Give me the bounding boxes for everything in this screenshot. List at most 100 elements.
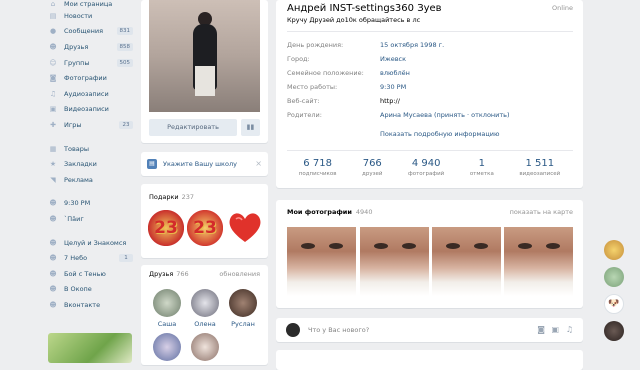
counter-videos[interactable]: 1 511 видеозаписей [519, 158, 560, 182]
counter-friends[interactable]: 766 друзей [362, 158, 382, 182]
sidebar-item-messages[interactable]: ● Сообщения 831 [44, 24, 134, 40]
counter-value: 4 940 [411, 158, 441, 169]
sidebar-item-games[interactable]: ✚ Игры 23 [44, 117, 134, 133]
thumb-detail [301, 243, 315, 249]
friend-name: Саша [157, 320, 177, 328]
sidebar-divider [44, 227, 134, 235]
school-icon: ▤ [147, 159, 157, 169]
sidebar-item-photos[interactable]: ◙ Фотографии [44, 70, 134, 86]
edit-profile-button[interactable]: Редактировать [149, 119, 237, 136]
gift-label: 23 [193, 218, 217, 238]
star-icon: ★ [49, 160, 57, 169]
group-icon: ☻ [49, 254, 57, 263]
heart-gift-icon[interactable] [227, 210, 263, 244]
counter-label: видеозаписей [519, 171, 561, 177]
school-prompt-link[interactable]: Укажите Вашу школу [163, 160, 237, 168]
sidebar-item-audio[interactable]: ♫ Аудиозаписи [44, 86, 134, 102]
close-icon[interactable]: × [255, 159, 262, 168]
music-icon[interactable]: ♫ [566, 325, 573, 334]
photos-header[interactable]: Мои фотографии 4940 [287, 208, 372, 216]
sidebar-item-groups[interactable]: ☺ Группы 505 [44, 55, 134, 71]
friend-item[interactable]: Саша [153, 289, 181, 328]
stats-button[interactable]: ▮▮ [241, 119, 260, 136]
birthday-link[interactable]: 15 октября 1998 г. [380, 41, 444, 50]
friend-item[interactable] [153, 333, 181, 361]
group-icon: ☻ [49, 300, 57, 309]
gift-label: 23 [154, 218, 178, 238]
info-label: День рождения: [287, 41, 344, 49]
photo-thumbnail[interactable] [504, 227, 573, 296]
photos-title: Мои фотографии [287, 208, 352, 216]
gifts-header[interactable]: Подарки 237 [149, 193, 194, 201]
counter-label: фотографий [408, 171, 445, 177]
camera-icon: ◙ [49, 74, 57, 83]
chat-avatar[interactable] [604, 321, 624, 341]
groups-icon: ☺ [49, 58, 57, 67]
group-icon: ☻ [49, 285, 57, 294]
counter-photos[interactable]: 4 940 фотографий [408, 158, 444, 182]
chat-avatar[interactable] [604, 240, 624, 260]
profile-counters: 6 718 подписчиков 766 друзей 4 940 фотограф… [276, 158, 583, 182]
friend-item[interactable]: Руслан [229, 289, 257, 328]
sidebar-item-group[interactable]: ☻ Целуй и Знакомся [44, 235, 134, 251]
video-icon[interactable]: ▣ [551, 325, 559, 334]
sidebar-item-my-page[interactable]: ⌂ Мои страница [44, 0, 134, 8]
info-label: Место работы: [287, 83, 338, 91]
marital-link[interactable]: влюблён [380, 69, 410, 78]
group-icon: ☻ [49, 199, 57, 208]
dog-icon: 🐶 [608, 299, 620, 309]
new-post-input[interactable]: Что у Вас нового? [308, 326, 369, 334]
photo-thumbnail[interactable] [432, 227, 501, 296]
sidebar-item-group[interactable]: ☻ 7 Небо 1 [44, 250, 134, 266]
friend-item[interactable]: Олена [191, 289, 219, 328]
gift-item[interactable]: 23 [187, 210, 223, 246]
stats-icon: ▮▮ [246, 123, 255, 131]
sidebar-item-video[interactable]: ▣ Видеозаписи [44, 102, 134, 118]
chat-avatar[interactable] [604, 267, 624, 287]
profile-status[interactable]: Кручу Друзей до10к обращайтесь в лс [287, 16, 420, 24]
avatar [286, 323, 300, 337]
show-details-link[interactable]: Показать подробную информацию [380, 130, 500, 138]
counter-label: отметка [469, 171, 494, 177]
work-link[interactable]: 9:30 PM [380, 83, 406, 92]
profile-photo-card: Редактировать ▮▮ [141, 0, 268, 143]
website-link[interactable]: http:// [380, 97, 400, 106]
sidebar-item-bookmarks[interactable]: ★ Закладки [44, 156, 134, 172]
friends-updates-link[interactable]: обновления [219, 270, 260, 278]
avatar [229, 289, 257, 317]
friends-header[interactable]: Друзья 766 [149, 270, 189, 278]
photo-thumbnail[interactable] [360, 227, 429, 296]
sidebar-divider [44, 133, 134, 141]
thumb-detail [546, 243, 560, 249]
parents-link[interactable]: Арина Мусаева (принять · отклонить) [380, 111, 510, 120]
gift-item[interactable]: 23 [148, 210, 184, 246]
sidebar-item-news[interactable]: ▤ Новости [44, 8, 134, 24]
chat-avatar[interactable]: 🐶 [604, 294, 624, 314]
sidebar-item-group[interactable]: ☻ В Окопе [44, 282, 134, 298]
sidebar-item-group[interactable]: ☻ 9:30 PM [44, 196, 134, 212]
city-link[interactable]: Ижевск [380, 55, 406, 64]
counter-tags[interactable]: 1 отметка [470, 158, 494, 182]
sidebar-ad-image[interactable] [48, 333, 132, 363]
avatar [191, 333, 219, 361]
group-icon: ☻ [49, 238, 57, 247]
friend-item[interactable] [191, 333, 219, 361]
thumb-detail [474, 243, 488, 249]
thumb-detail [518, 243, 532, 249]
show-on-map-link[interactable]: показать на карте [510, 208, 573, 216]
sidebar-item-ads[interactable]: ◥ Реклама [44, 172, 134, 188]
sidebar-item-group[interactable]: ☻ Бой с Тенью [44, 266, 134, 282]
wall-card [276, 350, 583, 370]
profile-avatar[interactable] [149, 0, 260, 112]
camera-icon[interactable]: ◙ [537, 325, 545, 334]
counter-value: 1 [478, 158, 485, 169]
avatar-legs [195, 66, 215, 96]
sidebar-divider [44, 188, 134, 196]
photo-thumbnail[interactable] [287, 227, 356, 296]
sidebar-item-friends[interactable]: ☻ Друзья 858 [44, 39, 134, 55]
megaphone-icon: ◥ [50, 175, 56, 184]
sidebar-item-group[interactable]: ☻ Вконтакте [44, 297, 134, 313]
sidebar-item-group[interactable]: ☻ `Пäиг [44, 211, 134, 227]
sidebar-item-goods[interactable]: ▦ Товары [44, 141, 134, 157]
counter-followers[interactable]: 6 718 подписчиков [299, 158, 337, 182]
